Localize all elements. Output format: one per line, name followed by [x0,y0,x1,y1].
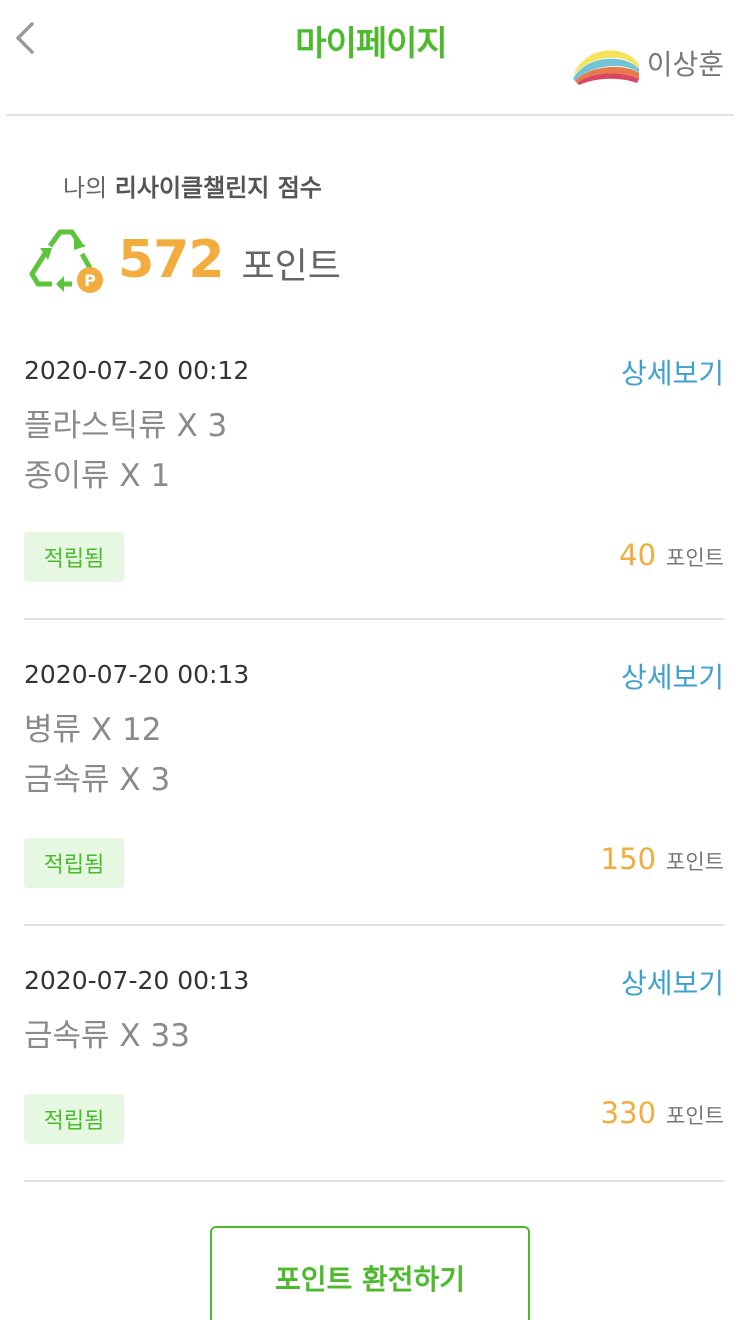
points-unit: 포인트 [666,1104,724,1128]
status-badge: 적립됨 [24,838,124,888]
record-date: 2020-07-20 00:13 [24,966,250,995]
points-value: 330 [600,1096,657,1130]
recycle-points-icon: P [29,229,103,293]
app-header: 마이페이지 이상훈 [0,0,742,116]
user-name: 이상훈 [646,48,724,81]
record-item: 2020-07-20 00:13 상세보기 병류 X 12 금속류 X 3 적립… [24,660,724,926]
svg-text:P: P [84,271,96,290]
score-label-prefix: 나의 [63,174,115,202]
rainbow-logo-icon [572,50,639,85]
record-date: 2020-07-20 00:12 [24,356,250,385]
points-value: 150 [600,842,657,876]
user-profile[interactable]: 이상훈 [569,38,724,88]
convert-points-button[interactable]: 포인트 환전하기 [210,1226,530,1320]
detail-link[interactable]: 상세보기 [621,962,724,1002]
record-item: 2020-07-20 00:13 상세보기 금속류 X 33 적립됨 330 포… [24,966,724,1182]
record-item-line: 금속류 X 3 [24,762,171,798]
record-points: 150 포인트 [601,842,724,876]
points-unit: 포인트 [666,850,724,874]
record-points: 330 포인트 [601,1096,724,1130]
status-badge: 적립됨 [24,1094,124,1144]
score-label: 나의 리사이클챌린지 점수 [63,168,322,203]
record-date: 2020-07-20 00:13 [24,660,250,689]
score-unit: 포인트 [241,246,341,287]
score-row: P 572 포인트 [24,222,341,298]
record-item-line: 플라스틱류 X 3 [24,408,228,444]
detail-link[interactable]: 상세보기 [621,656,724,696]
record-points: 40 포인트 [619,538,724,572]
record-item-line: 금속류 X 33 [24,1018,190,1054]
record-item-line: 병류 X 12 [24,712,162,748]
points-value: 40 [619,538,657,572]
record-items: 병류 X 12 금속류 X 3 [24,705,170,805]
record-item: 2020-07-20 00:12 상세보기 플라스틱류 X 3 종이류 X 1 … [24,356,724,620]
points-unit: 포인트 [666,546,724,570]
record-items: 금속류 X 33 [24,1011,190,1061]
score-value: 572 [118,230,225,290]
record-items: 플라스틱류 X 3 종이류 X 1 [24,401,227,501]
score-label-bold: 리사이클챌린지 점수 [114,174,322,202]
detail-link[interactable]: 상세보기 [621,352,724,392]
header-divider [6,114,734,116]
record-item-line: 종이류 X 1 [24,458,171,494]
status-badge: 적립됨 [24,532,124,582]
